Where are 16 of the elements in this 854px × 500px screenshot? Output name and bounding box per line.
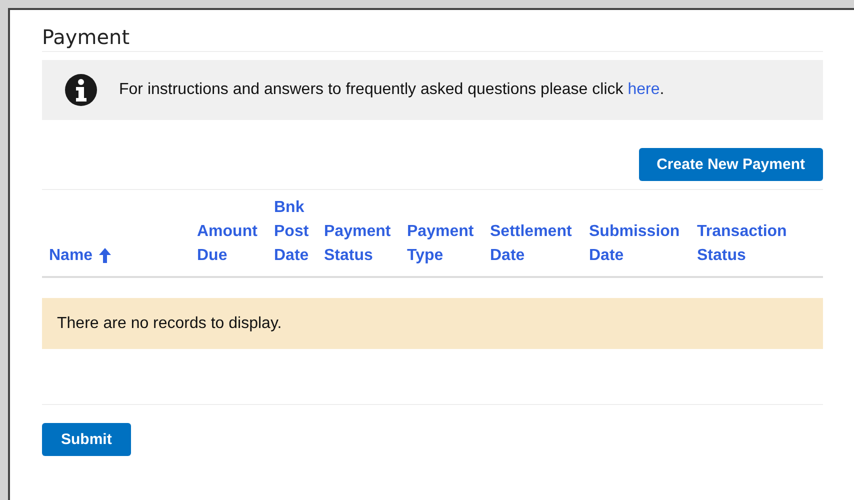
column-header[interactable]: Name — [49, 244, 93, 268]
help-link[interactable]: here — [628, 81, 660, 98]
column-header[interactable]: Payment Status — [324, 220, 400, 268]
column-header[interactable]: Settlement Date — [490, 220, 582, 268]
page-title: Payment — [42, 24, 823, 52]
column-header[interactable]: Transaction Status — [697, 220, 813, 268]
column-header[interactable]: Bnk Post Date — [274, 196, 317, 268]
empty-table-message: There are no records to display. — [42, 298, 823, 349]
info-icon — [64, 73, 98, 107]
column-header[interactable]: Amount Due — [197, 220, 267, 268]
info-message: For instructions and answers to frequently asked questions please click here. — [119, 81, 664, 99]
submit-button[interactable]: Submit — [42, 423, 131, 456]
create-payment-button[interactable]: Create New Payment — [638, 148, 823, 181]
column-header[interactable]: Payment Type — [407, 220, 483, 268]
up-arrow-icon[interactable] — [98, 248, 111, 263]
column-header[interactable]: Submission Date — [589, 220, 690, 268]
